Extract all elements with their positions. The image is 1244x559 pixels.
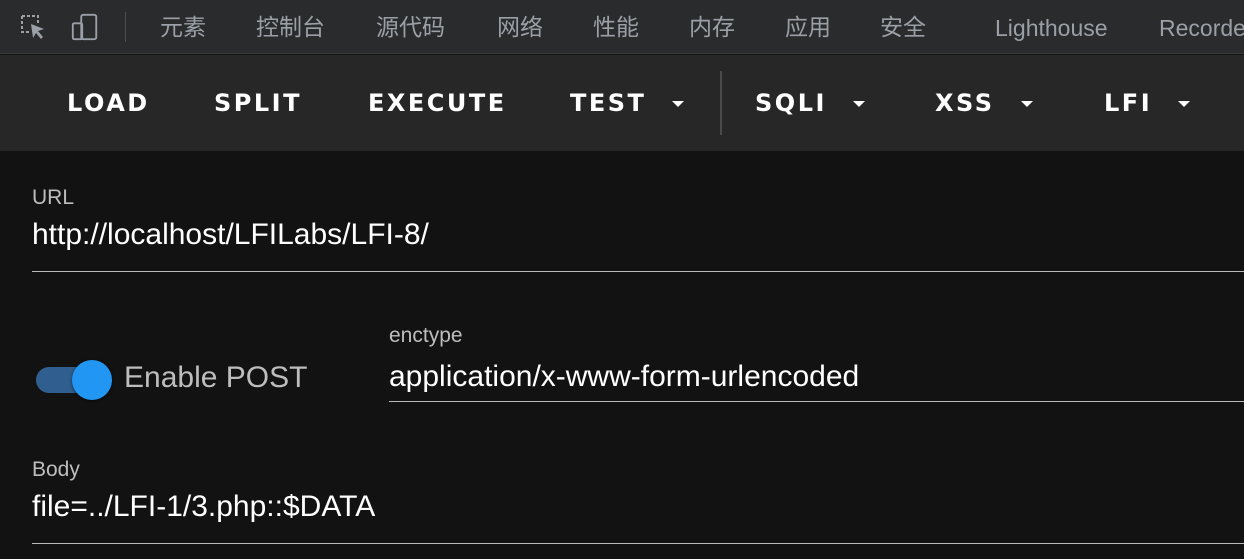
toolbar-divider xyxy=(720,71,722,135)
url-input[interactable]: http://localhost/LFILabs/LFI-8/ xyxy=(32,218,429,252)
tab-network[interactable]: 网络 xyxy=(497,0,543,53)
body-label: Body xyxy=(32,458,80,481)
url-field[interactable]: URL http://localhost/LFILabs/LFI-8/ xyxy=(32,184,1244,274)
tab-sources[interactable]: 源代码 xyxy=(376,0,445,53)
tab-memory[interactable]: 内存 xyxy=(689,0,735,53)
toggle-thumb xyxy=(72,360,112,400)
tab-performance[interactable]: 性能 xyxy=(593,0,639,53)
caret-down-icon xyxy=(1020,101,1033,107)
body-input[interactable]: file=../LFI-1/3.php::$DATA xyxy=(32,490,375,524)
lfi-menu-button[interactable]: LFI xyxy=(1104,55,1191,151)
tab-console[interactable]: 控制台 xyxy=(256,0,325,53)
body-field[interactable]: Body file=../LFI-1/3.php::$DATA xyxy=(32,456,1244,548)
enable-post-label[interactable]: Enable POST xyxy=(124,361,307,395)
enctype-underline xyxy=(389,401,1244,402)
enctype-label: enctype xyxy=(389,324,463,347)
sqli-menu-button[interactable]: SQLI xyxy=(755,55,865,151)
body-underline xyxy=(32,543,1244,544)
tab-elements[interactable]: 元素 xyxy=(160,0,206,53)
lfi-menu-label: LFI xyxy=(1104,89,1153,117)
load-button[interactable]: LOAD xyxy=(67,55,150,151)
test-menu-label: TEST xyxy=(570,89,647,117)
xss-menu-button[interactable]: XSS xyxy=(935,55,1033,151)
xss-menu-label: XSS xyxy=(935,89,995,117)
caret-down-icon xyxy=(672,101,685,107)
tab-application[interactable]: 应用 xyxy=(785,0,831,53)
inspect-element-icon[interactable] xyxy=(18,12,48,42)
enctype-field[interactable]: enctype application/x-www-form-urlencode… xyxy=(389,322,1244,404)
tab-recorder[interactable]: Recorde xyxy=(1159,0,1244,53)
sqli-menu-label: SQLI xyxy=(755,89,827,117)
url-underline xyxy=(32,271,1244,272)
split-button[interactable]: SPLIT xyxy=(214,55,302,151)
device-toolbar-icon[interactable] xyxy=(70,12,100,42)
url-label: URL xyxy=(32,186,75,209)
tab-security[interactable]: 安全 xyxy=(880,0,926,53)
caret-down-icon xyxy=(1178,101,1191,107)
toolbar-separator xyxy=(125,12,126,42)
caret-down-icon xyxy=(852,101,865,107)
devtools-tab-bar: 元素 控制台 源代码 网络 性能 内存 应用 安全 Lighthouse Rec… xyxy=(0,0,1244,54)
hackbar-toolbar: LOAD SPLIT EXECUTE TEST SQLI XSS LFI xyxy=(0,55,1244,151)
enctype-select[interactable]: application/x-www-form-urlencoded xyxy=(389,360,859,394)
execute-button-label: EXECUTE xyxy=(368,89,507,117)
split-button-label: SPLIT xyxy=(214,89,302,117)
execute-button[interactable]: EXECUTE xyxy=(368,55,507,151)
load-button-label: LOAD xyxy=(67,89,150,117)
enable-post-toggle[interactable] xyxy=(35,360,115,400)
tab-lighthouse[interactable]: Lighthouse xyxy=(995,0,1108,53)
test-menu-button[interactable]: TEST xyxy=(570,55,685,151)
